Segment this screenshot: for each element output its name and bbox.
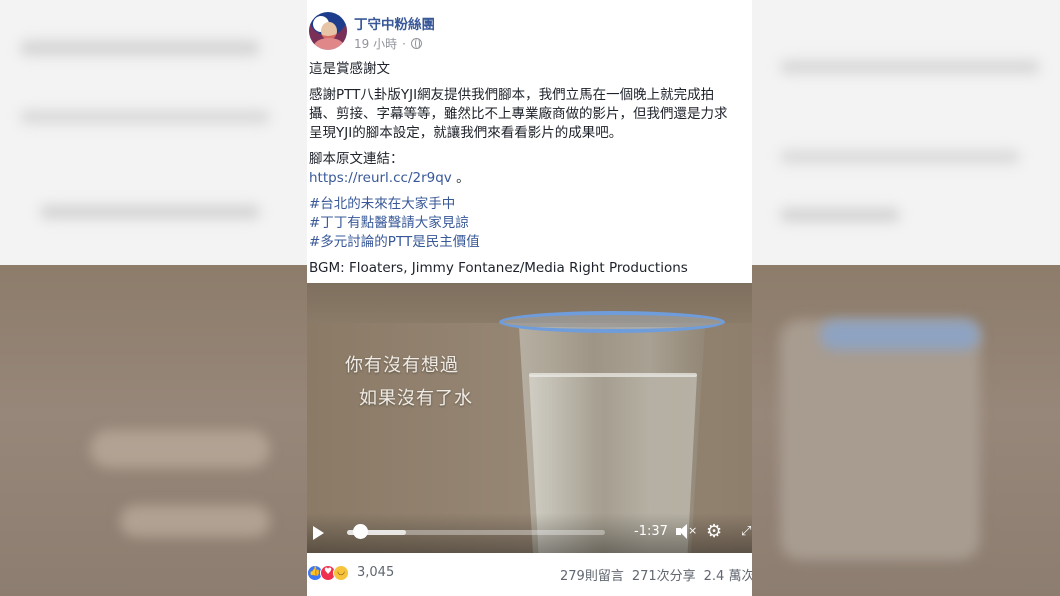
facebook-post: 丁守中粉絲團 19 小時 · 這是賞感謝文 感謝PTT八卦版YJI網友提供我們腳… [307,0,752,596]
background-blur-shape [40,205,260,219]
link-period: 。 [456,170,470,186]
post-meta: 19 小時 · [354,35,422,52]
hashtag-link[interactable]: #多元討論的PTT是民主價值 [309,233,752,252]
progress-track[interactable] [347,530,605,535]
hashtag-link[interactable]: #台北的未來在大家手中 [309,195,752,214]
progress-handle[interactable] [352,524,368,539]
video-player[interactable]: 你有沒有想過 如果沒有了水 -1:37 × ⚙ ⤢ [307,283,752,553]
share-count[interactable]: 271次分享 [632,569,696,584]
reaction-count[interactable]: 3,045 [357,565,394,580]
post-line: 呈現YJI的腳本設定，就讓我們來看看影片的成果吧。 [309,125,623,141]
cup-waterline [529,373,697,377]
post-time[interactable]: 19 小時 [354,35,397,52]
post-body: 這是賞感謝文 感謝PTT八卦版YJI網友提供我們腳本，我們立馬在一個晚上就完成拍… [309,60,752,278]
background-blur-shape [20,40,260,56]
bgm-credit: BGM: Floaters, Jimmy Fontanez/Media Righ… [309,260,688,276]
video-subtitle: 你有沒有想過 [345,355,459,376]
post-line: 攝、剪接、字幕等等，雖然比不上專業廠商做的影片，但我們還是力求 [309,106,728,122]
background-blur-shape [780,150,1020,164]
hashtag-link[interactable]: #丁丁有點醫聲請大家見諒 [309,214,752,233]
video-controls: -1:37 × ⚙ ⤢ [307,513,752,553]
post-line: 感謝PTT八卦版YJI網友提供我們腳本，我們立馬在一個晚上就完成拍 [309,87,715,103]
view-count: 2.4 萬次觀 [703,569,752,584]
avatar-red-band [309,12,347,50]
script-link[interactable]: https://reurl.cc/2r9qv [309,170,452,186]
reaction-icons[interactable]: 👍 ♥ ◡ [307,565,349,581]
background-blur-shape [780,320,980,560]
background-blur-shape [780,208,900,222]
background-blur-shape [20,110,270,124]
globe-icon[interactable] [410,38,422,49]
background-blur-shape [780,60,1040,74]
meta-separator: · [402,36,406,51]
page-name-link[interactable]: 丁守中粉絲團 [354,13,435,33]
post-stats: 279則留言 271次分享 2.4 萬次觀 [560,565,752,584]
post-line: 這是賞感謝文 [309,61,390,77]
script-link-line: https://reurl.cc/2r9qv 。 [309,169,752,188]
background-blur-shape [120,505,270,537]
post-line: 腳本原文連結： [309,151,404,167]
time-remaining: -1:37 [634,524,668,539]
comment-count[interactable]: 279則留言 [560,569,624,584]
post-footer: 👍 ♥ ◡ 3,045 279則留言 271次分享 2.4 萬次觀 [307,560,752,588]
volume-muted-icon[interactable]: × [676,524,697,540]
video-subtitle: 如果沒有了水 [359,388,473,409]
play-icon[interactable] [313,526,324,540]
background-blur-shape [90,430,270,468]
haha-icon: ◡ [333,565,349,581]
cup-rim [499,311,725,333]
page-avatar[interactable] [309,12,347,50]
gear-icon[interactable]: ⚙ [706,523,724,541]
background-blur-shape [820,320,980,350]
fullscreen-icon[interactable]: ⤢ [741,525,752,539]
